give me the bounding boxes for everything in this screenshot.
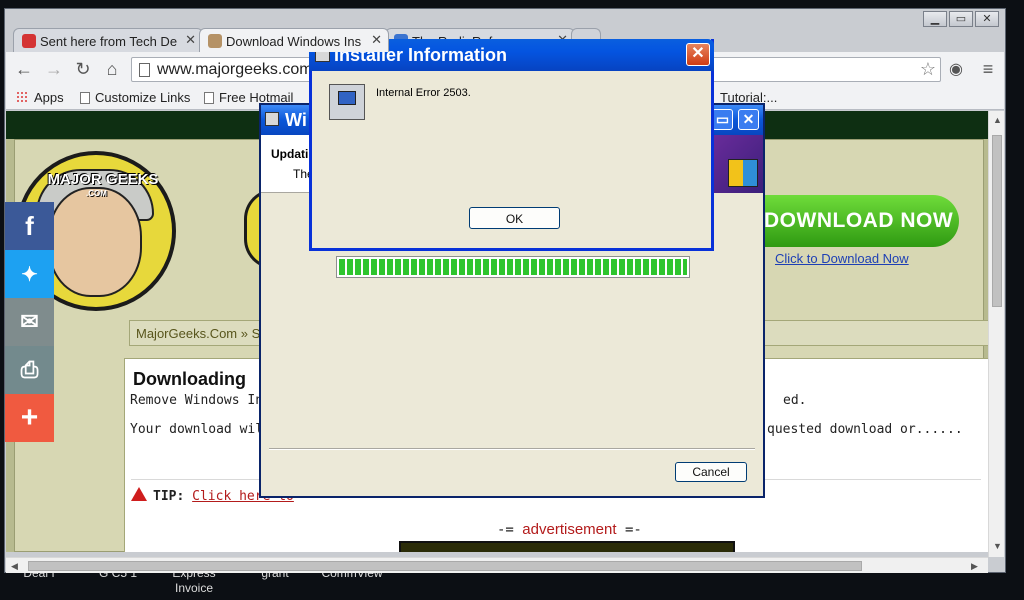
home-icon[interactable]: ⌂ <box>102 59 122 80</box>
page-icon <box>204 92 214 104</box>
page-heading: Downloading <box>133 369 246 389</box>
tab-close-icon[interactable]: ✕ <box>185 32 196 48</box>
maximize-icon[interactable]: ▭ <box>712 109 733 130</box>
twitter-icon[interactable]: ✦ <box>5 250 54 298</box>
installer-information-dialog: Installer Information ✕ Internal Error 2… <box>309 39 714 251</box>
email-icon[interactable]: ✉ <box>5 298 54 346</box>
horizontal-scrollbar[interactable]: ◀ ▶ <box>6 557 988 573</box>
minimize-icon[interactable]: ▁ <box>923 11 947 27</box>
computer-error-icon <box>329 84 365 120</box>
close-icon[interactable]: ✕ <box>975 11 999 27</box>
tab-tech-desk[interactable]: Sent here from Tech De ✕ <box>13 28 203 52</box>
bookmark-star-icon[interactable]: ☆ <box>920 59 936 80</box>
extension-icon[interactable]: ◉ <box>946 59 966 79</box>
divider <box>269 448 755 450</box>
window-controls: ▁ ▭ ✕ <box>921 11 999 27</box>
download-now-button[interactable]: DOWNLOAD NOW <box>754 195 959 247</box>
download-info-right: quested download or...... <box>767 422 963 437</box>
tab-close-icon[interactable]: ✕ <box>371 32 382 48</box>
bookmark-apps[interactable]: Apps <box>16 90 64 105</box>
social-share-sidebar: f ✦ ✉ ⎙ + <box>5 202 54 442</box>
advert-left: -= <box>497 522 514 538</box>
close-icon[interactable]: ✕ <box>686 43 710 66</box>
logo-text: MAJOR GEEKS <box>47 171 159 188</box>
description-right: ed. <box>783 393 807 408</box>
tab-download-installer[interactable]: Download Windows Ins ✕ <box>199 28 389 52</box>
advertisement-label: -= advertisement =- <box>497 521 642 538</box>
scrollbar-thumb[interactable] <box>992 135 1002 307</box>
ad-banner[interactable] <box>399 541 735 552</box>
reload-icon[interactable]: ↻ <box>73 59 93 80</box>
vertical-scrollbar[interactable]: ▲ ▼ <box>988 111 1004 557</box>
puzzle-icon <box>728 159 758 187</box>
forward-icon[interactable]: → <box>44 59 64 80</box>
installer-progress-bar <box>336 256 690 278</box>
geek-face-icon <box>48 187 142 297</box>
scroll-up-icon[interactable]: ▲ <box>993 115 1002 125</box>
maximize-icon[interactable]: ▭ <box>949 11 973 27</box>
bookmark-label: Customize Links <box>95 90 191 105</box>
facebook-icon[interactable]: f <box>5 202 54 250</box>
ok-button[interactable]: OK <box>469 207 560 229</box>
print-icon[interactable]: ⎙ <box>5 346 54 394</box>
apps-grid-icon <box>16 91 28 103</box>
page-icon <box>139 63 150 77</box>
progress-fill <box>339 259 687 275</box>
description-left: Remove Windows Ins <box>130 393 271 408</box>
installer-icon <box>265 112 279 126</box>
url-text: www.majorgeeks.com <box>157 61 313 78</box>
advert-word: advertisement <box>522 521 617 538</box>
bookmark-label: Apps <box>34 90 64 105</box>
tab-label: Sent here from Tech De <box>40 34 178 49</box>
advert-right: =- <box>624 522 642 538</box>
scroll-down-icon[interactable]: ▼ <box>993 541 1002 551</box>
more-share-icon[interactable]: + <box>5 394 54 442</box>
tab-label: Download Windows Ins <box>226 34 362 49</box>
installer-banner-art <box>708 135 763 193</box>
favicon-icon <box>208 34 222 48</box>
scrollbar-thumb[interactable] <box>28 561 862 571</box>
scroll-left-icon[interactable]: ◀ <box>11 561 18 572</box>
tip-label: TIP: <box>153 489 185 504</box>
favicon-icon <box>22 34 36 48</box>
logo-subtext: .COM <box>86 189 107 198</box>
menu-icon[interactable]: ≡ <box>978 59 998 80</box>
error-message: Internal Error 2503. <box>376 87 471 99</box>
bookmark-customize-links[interactable]: Customize Links <box>80 90 190 105</box>
click-to-download-link[interactable]: Click to Download Now <box>775 251 909 266</box>
back-icon[interactable]: ← <box>14 59 34 80</box>
warning-icon <box>131 487 147 501</box>
page-icon <box>80 92 90 104</box>
installer-title: Wi <box>285 110 307 130</box>
close-icon[interactable]: ✕ <box>738 109 759 130</box>
scroll-right-icon[interactable]: ▶ <box>971 561 978 572</box>
cancel-button[interactable]: Cancel <box>675 462 747 482</box>
